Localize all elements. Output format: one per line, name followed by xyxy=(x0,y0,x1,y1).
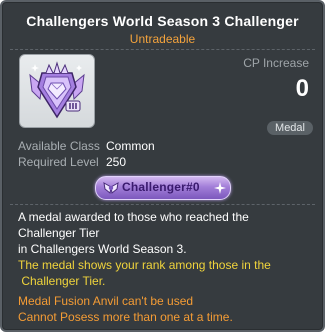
medal-wing-icon xyxy=(103,182,119,194)
description-line: Challenger Tier xyxy=(18,226,100,240)
required-level-row: Required Level 250 xyxy=(18,155,126,169)
description-text: A medal awarded to those who reached the… xyxy=(18,209,318,257)
divider xyxy=(10,49,315,50)
available-class-label: Available Class xyxy=(18,139,100,153)
rank-note-line: The medal shows your rank among those in… xyxy=(18,258,271,272)
available-class-value: Common xyxy=(106,139,155,153)
required-level-label: Required Level xyxy=(18,155,99,169)
medal-title-badge: Challenger#0 xyxy=(95,176,231,200)
challenger-medal-icon: III xyxy=(29,61,85,119)
cp-increase-value: 0 xyxy=(295,75,309,102)
sparkle-icon xyxy=(214,182,226,194)
cp-increase-label: CP Increase xyxy=(243,56,309,70)
rank-note-line: Challenger Tier. xyxy=(18,274,106,288)
description-line: in Challengers World Season 3. xyxy=(18,242,187,256)
divider xyxy=(10,204,315,205)
restriction-text: Medal Fusion Anvil can't be used Cannot … xyxy=(18,293,318,325)
possession-restriction-line: Cannot Posess more than one at a time. xyxy=(18,310,233,324)
required-level-value: 250 xyxy=(106,155,127,169)
trade-status: Untradeable xyxy=(129,32,196,46)
rank-note-text: The medal shows your rank among those in… xyxy=(18,257,318,289)
item-name: Challengers World Season 3 Challenger xyxy=(26,13,299,29)
available-class-row: Available Class Common xyxy=(18,139,155,153)
item-icon-frame: III xyxy=(19,54,95,128)
item-tooltip: Challengers World Season 3 Challenger Un… xyxy=(0,0,325,332)
fusion-restriction-line: Medal Fusion Anvil can't be used xyxy=(18,294,194,308)
item-category-badge: Medal xyxy=(267,121,313,135)
svg-text:III: III xyxy=(69,102,78,111)
description-line: A medal awarded to those who reached the xyxy=(18,210,249,224)
medal-title-text: Challenger#0 xyxy=(122,180,200,194)
